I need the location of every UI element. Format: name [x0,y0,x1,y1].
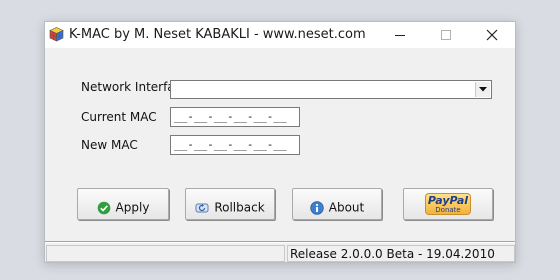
new-mac-field[interactable]: __-__-__-__-__-__ [170,135,300,155]
current-mac-field[interactable]: __-__-__-__-__-__ [170,107,300,127]
title-bar[interactable]: K-MAC by M. Neset KABAKLI - www.neset.co… [45,22,515,48]
minimize-icon [395,35,405,36]
separator-line [45,241,515,243]
window-title: K-MAC by M. Neset KABAKLI - www.neset.co… [69,27,366,42]
new-mac-label: New MAC [81,138,138,152]
status-release: Release 2.0.0.0 Beta - 19.04.2010 [287,245,515,262]
dropdown-button[interactable] [475,82,490,97]
check-icon [97,201,110,214]
about-button[interactable]: About [292,188,382,220]
paypal-brand: PayPal [427,194,469,207]
close-icon [486,29,498,41]
rollback-icon [195,203,209,212]
status-panel-left [46,245,285,262]
paypal-donate-icon: PayPal Donate [425,193,471,215]
donate-label: Donate [435,206,461,214]
close-button[interactable] [469,22,515,48]
main-window: K-MAC by M. Neset KABAKLI - www.neset.co… [44,21,516,263]
chevron-down-icon [479,87,487,92]
apply-label: Apply [115,200,150,215]
minimize-button[interactable] [377,22,423,48]
paypal-donate-button[interactable]: PayPal Donate [403,188,493,220]
maximize-button[interactable] [423,22,469,48]
network-interface-select[interactable] [170,80,492,99]
apply-button[interactable]: Apply [77,188,169,220]
rubiks-cube-icon [49,27,64,42]
rollback-label: Rollback [214,200,265,215]
info-icon [310,200,324,215]
current-mac-label: Current MAC [81,110,157,124]
maximize-icon [441,30,451,40]
about-label: About [328,200,365,215]
rollback-button[interactable]: Rollback [185,188,275,220]
